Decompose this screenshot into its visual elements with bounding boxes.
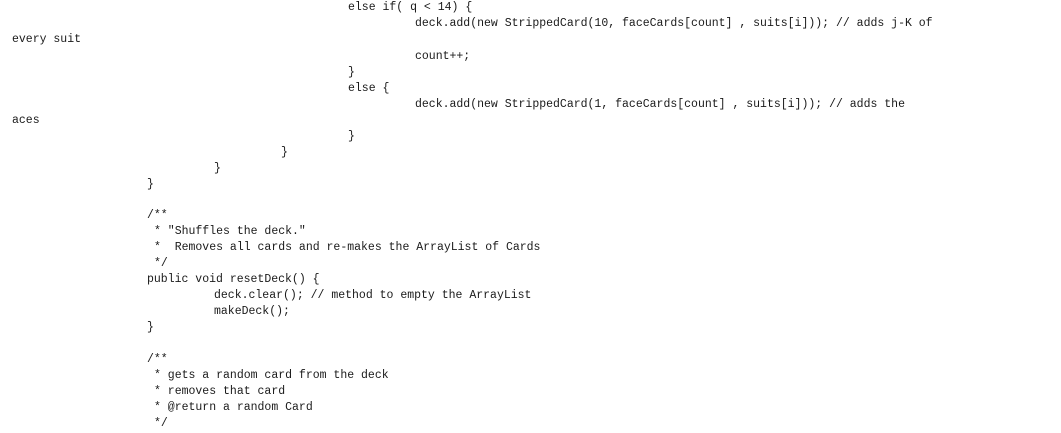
code-line: deck.add(new StrippedCard(1, faceCards[c… — [415, 98, 905, 111]
code-line: } — [214, 162, 221, 175]
code-line: /** — [147, 209, 168, 222]
code-line: makeDeck(); — [214, 305, 290, 318]
code-line: } — [281, 146, 288, 159]
code-line: public void resetDeck() { — [147, 273, 320, 286]
code-line: count++; — [415, 50, 471, 63]
code-document: else if( q < 14) { deck.add(new Stripped… — [0, 0, 1061, 433]
code-line: * removes that card — [154, 385, 286, 398]
code-line: else if( q < 14) { — [348, 1, 473, 14]
code-line: * "Shuffles the deck." — [154, 225, 306, 238]
code-line: */ — [154, 417, 168, 430]
code-line: deck.add(new StrippedCard(10, faceCards[… — [415, 17, 933, 30]
code-line: * @return a random Card — [154, 401, 313, 414]
code-line: } — [147, 178, 154, 191]
code-line: * Removes all cards and re-makes the Arr… — [154, 241, 541, 254]
code-line: every suit — [12, 33, 82, 46]
code-line: aces — [12, 114, 40, 127]
code-line: else { — [348, 82, 390, 95]
code-line: /** — [147, 353, 168, 366]
code-line: } — [348, 130, 355, 143]
code-line: */ — [154, 257, 168, 270]
code-line: } — [147, 321, 154, 334]
code-line: deck.clear(); // method to empty the Arr… — [214, 289, 532, 302]
code-line: } — [348, 66, 355, 79]
code-line: * gets a random card from the deck — [154, 369, 389, 382]
